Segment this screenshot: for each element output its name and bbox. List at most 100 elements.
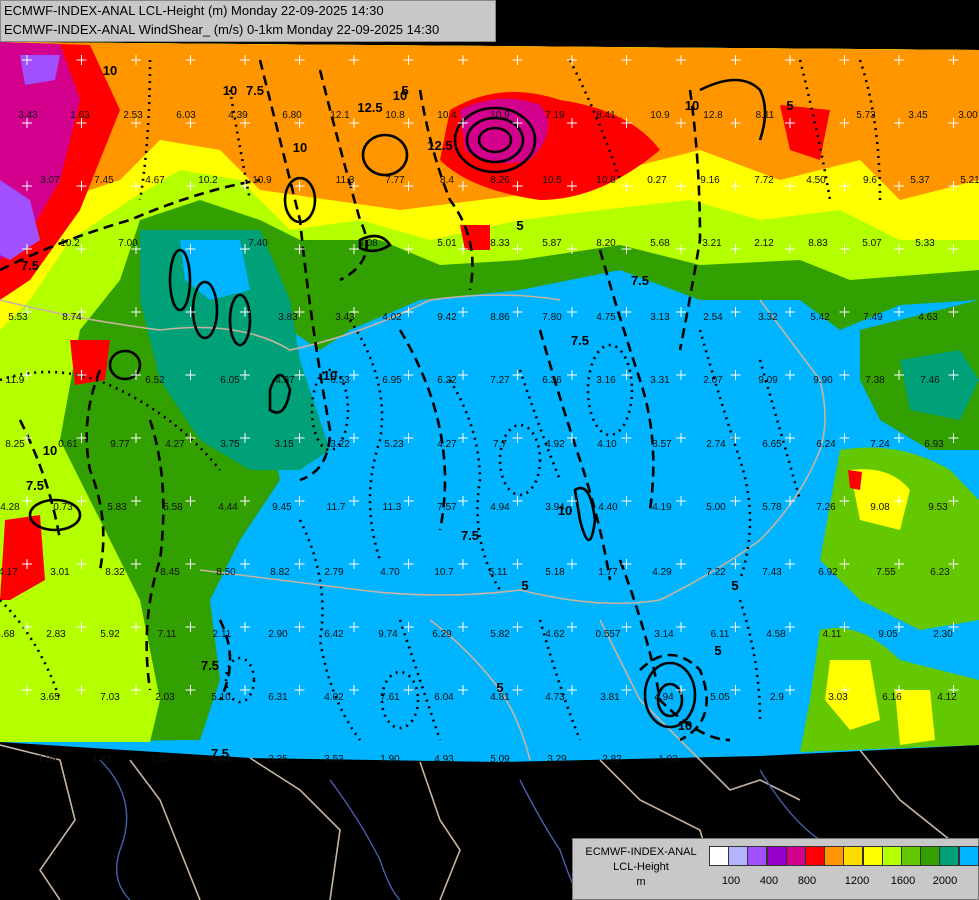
legend-swatch: [862, 846, 883, 866]
value-label: 8.86: [490, 312, 510, 323]
contour-label: 7.5: [631, 273, 649, 288]
value-label: 4.73: [545, 692, 565, 703]
value-label: 9.09: [758, 375, 778, 386]
value-label: 6.80: [282, 110, 302, 121]
value-label: 3.16: [596, 375, 616, 386]
value-label: 5.11: [489, 567, 508, 578]
value-label: 5.68: [650, 238, 670, 249]
value-label: 5.05: [710, 692, 730, 703]
value-label: 2.12: [754, 238, 774, 249]
value-label: 1.90: [380, 754, 400, 765]
value-label: 1.77: [598, 567, 618, 578]
value-label: 6.03: [176, 110, 196, 121]
value-label: 12.8: [703, 110, 723, 121]
contour-label: 10: [678, 718, 692, 733]
value-label: 4.27: [437, 439, 457, 450]
value-label: 5.23: [384, 439, 404, 450]
legend-unit: m: [636, 876, 646, 888]
weather-map: 3.43 1.63 2.53 6.03 4.39 6.80 12.1 10.8 10.4 10.9…: [0, 0, 979, 900]
value-label: 9.74: [378, 629, 398, 640]
contour-label: 12.5: [357, 100, 382, 115]
color-legend: ECMWF-INDEX-ANAL LCL-Height m 100 400 800 1…: [572, 838, 979, 900]
value-label: 7.19: [545, 110, 565, 121]
contour-label: 7.5: [246, 83, 264, 98]
value-label: 1.92: [92, 754, 112, 765]
value-label: 4.28: [0, 502, 20, 513]
value-label: 11.3: [336, 175, 355, 186]
value-label: 10.2: [60, 238, 80, 249]
contour-label: 7.5: [201, 658, 219, 673]
value-label: 4.50: [806, 175, 826, 186]
value-label: 8.25: [5, 439, 25, 450]
value-label: 5.53: [8, 312, 28, 323]
value-label: 2.82: [602, 754, 622, 765]
legend-swatch: [939, 846, 960, 866]
value-label: 6.42: [324, 629, 344, 640]
value-label: 4.39: [228, 110, 248, 121]
legend-label: 1600: [890, 875, 916, 887]
legend-title-model: ECMWF-INDEX-ANAL: [585, 846, 697, 858]
value-label: 4.37: [275, 375, 295, 386]
value-label: 8.33: [490, 238, 510, 249]
value-label: 9.08: [870, 502, 890, 513]
value-label: 7.55: [876, 567, 896, 578]
value-label: 9.16: [700, 175, 720, 186]
value-label: 3.35: [268, 754, 288, 765]
value-label: 4.27: [165, 439, 185, 450]
value-label: 9.05: [878, 629, 898, 640]
contour-label: 5: [731, 578, 738, 593]
contour-label: 7.5: [21, 258, 39, 273]
value-label: 7.24: [870, 439, 890, 450]
value-label: 10.9: [490, 110, 510, 121]
value-label: 3.43: [335, 312, 355, 323]
value-label: 5.83: [107, 502, 127, 513]
value-label: 5.82: [490, 629, 510, 640]
value-label: 5.37: [910, 175, 930, 186]
value-label: 8.20: [596, 238, 616, 249]
value-label: 7.57: [437, 502, 457, 513]
lcl-field-red-mid: [460, 225, 490, 250]
value-label: 4.94: [490, 502, 510, 513]
value-label: 5.87: [542, 238, 562, 249]
value-label: 6.65: [762, 439, 782, 450]
contour-label: 10: [323, 368, 337, 383]
value-label: 10.5: [542, 175, 562, 186]
value-label: 10.7: [434, 567, 454, 578]
value-label: 3.45: [908, 110, 928, 121]
value-label: 2.53: [123, 110, 143, 121]
value-label: 6.29: [432, 629, 452, 640]
value-label: 7.49: [863, 312, 883, 323]
value-label: 12.1: [330, 110, 350, 121]
value-label: 10.4: [437, 110, 457, 121]
value-label: 5.73: [856, 110, 876, 121]
value-label: 11.9: [6, 375, 25, 386]
value-label: 7.72: [754, 175, 774, 186]
contour-label: 10: [103, 63, 117, 78]
value-label: 11.3: [383, 502, 402, 513]
value-label: 7.00: [118, 238, 138, 249]
legend-swatch: [824, 846, 845, 866]
value-label: 8.45: [160, 567, 180, 578]
value-label: 7.61: [380, 692, 400, 703]
value-label: 3.53: [324, 754, 344, 765]
value-label: 5.00: [706, 502, 726, 513]
contour-label: 5: [86, 748, 93, 763]
value-label: 6.93: [924, 439, 944, 450]
value-label: 5.21: [960, 175, 979, 186]
value-label: 2.07: [703, 375, 723, 386]
value-label: 9.77: [110, 439, 130, 450]
value-label: 4.19: [652, 502, 672, 513]
value-label: 6.95: [382, 375, 402, 386]
legend-label: 400: [759, 875, 779, 887]
value-label: 8.32: [105, 567, 125, 578]
value-label: 4.63: [918, 312, 938, 323]
contour-label: 10: [685, 98, 699, 113]
value-label: 9.45: [272, 502, 292, 513]
contour-label: 7.5: [26, 478, 44, 493]
value-label: 3.83: [278, 312, 298, 323]
value-label: 2.30: [933, 629, 953, 640]
value-label: 7.46: [920, 375, 940, 386]
value-label: 3.01: [50, 567, 70, 578]
value-label: 7.26: [816, 502, 836, 513]
legend-swatch: [709, 846, 729, 866]
